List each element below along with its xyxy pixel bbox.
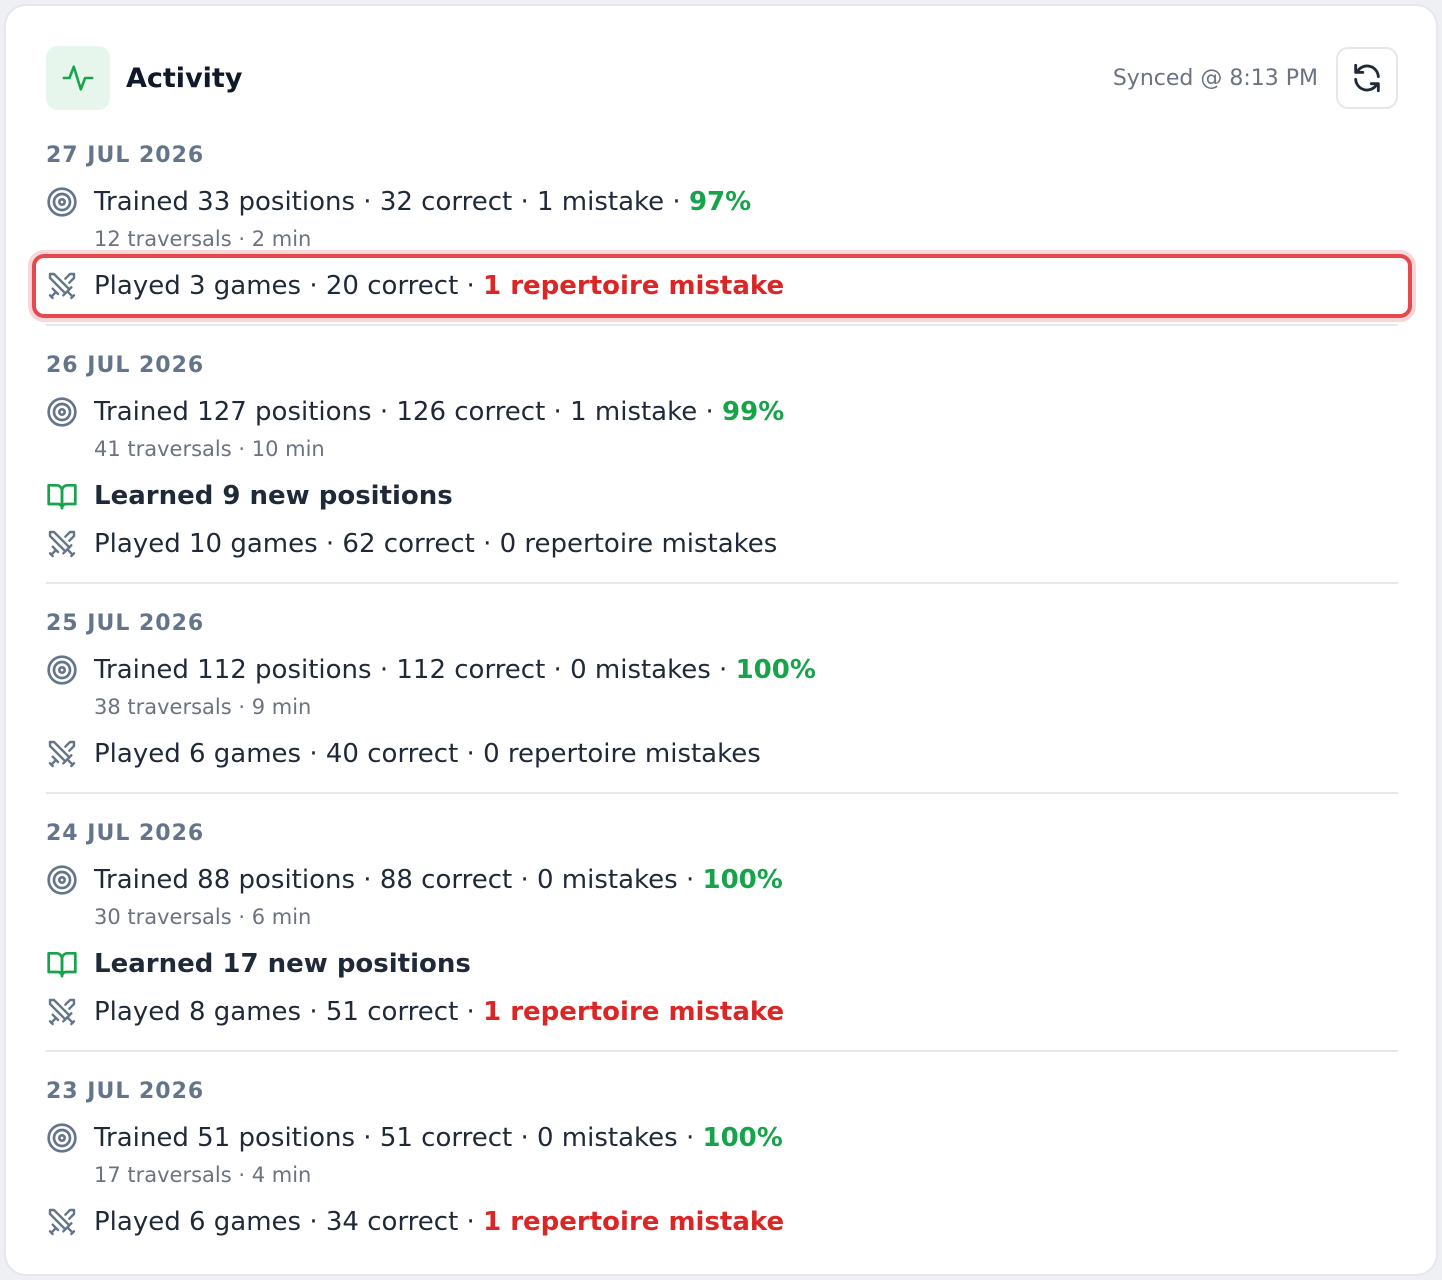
played-row: Played 10 games · 62 correct · 0 reperto… <box>46 524 1398 564</box>
trained-row: Trained 112 positions · 112 correct · 0 … <box>46 650 1398 690</box>
trained-details: 41 traversals · 10 min <box>94 437 325 461</box>
refresh-button[interactable] <box>1336 47 1398 109</box>
swords-icon <box>48 998 76 1026</box>
trained-icon-wrap <box>46 654 78 686</box>
trained-details: 12 traversals · 2 min <box>94 227 312 251</box>
played-text: Played 10 games · 62 correct · <box>94 529 500 559</box>
learned-row: Learned 9 new positions <box>46 476 1398 516</box>
day-divider <box>46 324 1398 326</box>
played-summary: Played 10 games · 62 correct · 0 reperto… <box>94 529 777 559</box>
learned-text: Learned 17 new positions <box>94 949 471 979</box>
learned-icon-wrap <box>46 480 78 512</box>
repertoire-mistakes: 1 repertoire mistake <box>483 997 785 1027</box>
activity-pulse-icon <box>46 46 110 110</box>
trained-text: Trained 88 positions · 88 correct · 0 mi… <box>94 865 703 895</box>
repertoire-mistakes: 0 repertoire mistakes <box>499 529 778 559</box>
played-text: Played 8 games · 51 correct · <box>94 997 484 1027</box>
day-section: 25 JUL 2026 Trained 112 positions · 112 … <box>46 606 1398 774</box>
repertoire-mistakes: 1 repertoire mistake <box>483 271 785 301</box>
day-date: 25 JUL 2026 <box>46 611 205 636</box>
day-date: 26 JUL 2026 <box>46 353 205 378</box>
trained-summary: Trained 127 positions · 126 correct · 1 … <box>94 397 784 427</box>
day-section: 24 JUL 2026 Trained 88 positions · 88 co… <box>46 816 1398 1032</box>
book-icon <box>47 484 77 510</box>
played-icon-wrap <box>46 996 78 1028</box>
learned-text: Learned 9 new positions <box>94 481 453 511</box>
swords-icon <box>48 272 76 300</box>
swords-icon <box>48 1208 76 1236</box>
target-icon <box>47 187 77 217</box>
accuracy-percent: 100% <box>702 865 783 895</box>
trained-icon-wrap <box>46 186 78 218</box>
repertoire-mistakes: 1 repertoire mistake <box>483 1207 785 1237</box>
played-row: Played 6 games · 40 correct · 0 repertoi… <box>46 734 1398 774</box>
played-text: Played 6 games · 34 correct · <box>94 1207 484 1237</box>
accuracy-percent: 100% <box>702 1123 783 1153</box>
trained-icon-wrap <box>46 396 78 428</box>
accuracy-percent: 99% <box>722 397 785 427</box>
trained-icon-wrap <box>46 1122 78 1154</box>
learned-row: Learned 17 new positions <box>46 944 1398 984</box>
trained-icon-wrap <box>46 864 78 896</box>
trained-row: Trained 51 positions · 51 correct · 0 mi… <box>46 1118 1398 1158</box>
trained-details: 30 traversals · 6 min <box>94 905 312 929</box>
day-section: 26 JUL 2026 Trained 127 positions · 126 … <box>46 348 1398 564</box>
day-section: 27 JUL 2026 Trained 33 positions · 32 co… <box>32 138 1412 318</box>
activity-header: Activity Synced @ 8:13 PM <box>46 46 1398 110</box>
trained-text: Trained 51 positions · 51 correct · 0 mi… <box>94 1123 703 1153</box>
sync-status: Synced @ 8:13 PM <box>1112 65 1318 91</box>
trained-text: Trained 33 positions · 32 correct · 1 mi… <box>94 187 689 217</box>
swords-icon <box>48 530 76 558</box>
swords-icon <box>48 740 76 768</box>
played-row: Played 6 games · 34 correct · 1 repertoi… <box>46 1202 1398 1242</box>
repertoire-mistakes: 0 repertoire mistakes <box>483 739 761 769</box>
trained-summary: Trained 33 positions · 32 correct · 1 mi… <box>94 187 751 217</box>
day-date: 27 JUL 2026 <box>46 143 205 168</box>
trained-text: Trained 112 positions · 112 correct · 0 … <box>94 655 736 685</box>
target-icon <box>47 865 77 895</box>
trained-row: Trained 127 positions · 126 correct · 1 … <box>46 392 1398 432</box>
trained-row: Trained 33 positions · 32 correct · 1 mi… <box>46 182 1398 222</box>
played-icon-wrap <box>46 528 78 560</box>
book-icon <box>47 952 77 978</box>
target-icon <box>47 1123 77 1153</box>
played-text: Played 6 games · 40 correct · <box>94 739 484 769</box>
accuracy-percent: 100% <box>735 655 816 685</box>
activity-list: 27 JUL 2026 Trained 33 positions · 32 co… <box>32 138 1412 1242</box>
played-icon-wrap <box>46 270 78 302</box>
trained-summary: Trained 88 positions · 88 correct · 0 mi… <box>94 865 783 895</box>
trained-row: Trained 88 positions · 88 correct · 0 mi… <box>46 860 1398 900</box>
played-summary: Played 6 games · 34 correct · 1 repertoi… <box>94 1207 784 1237</box>
day-divider <box>46 792 1398 794</box>
trained-summary: Trained 51 positions · 51 correct · 0 mi… <box>94 1123 783 1153</box>
played-icon-wrap <box>46 738 78 770</box>
activity-card: Activity Synced @ 8:13 PM 27 JUL 2026 Tr… <box>4 4 1438 1276</box>
played-summary: Played 8 games · 51 correct · 1 repertoi… <box>94 997 784 1027</box>
learned-icon-wrap <box>46 948 78 980</box>
accuracy-percent: 97% <box>688 187 752 217</box>
trained-text: Trained 127 positions · 126 correct · 1 … <box>94 397 723 427</box>
target-icon <box>47 397 77 427</box>
day-section: 23 JUL 2026 Trained 51 positions · 51 co… <box>46 1074 1398 1242</box>
played-text: Played 3 games · 20 correct · <box>94 271 484 301</box>
target-icon <box>47 655 77 685</box>
played-row: Played 8 games · 51 correct · 1 repertoi… <box>46 992 1398 1032</box>
played-summary: Played 3 games · 20 correct · 1 repertoi… <box>94 271 784 301</box>
page-title: Activity <box>126 62 243 94</box>
played-summary: Played 6 games · 40 correct · 0 repertoi… <box>94 739 761 769</box>
day-divider <box>46 1050 1398 1052</box>
refresh-icon <box>1354 63 1380 93</box>
played-row: Played 3 games · 20 correct · 1 repertoi… <box>32 254 1412 318</box>
day-date: 24 JUL 2026 <box>46 821 205 846</box>
trained-details: 17 traversals · 4 min <box>94 1163 312 1187</box>
trained-summary: Trained 112 positions · 112 correct · 0 … <box>94 655 816 685</box>
trained-details: 38 traversals · 9 min <box>94 695 312 719</box>
day-date: 23 JUL 2026 <box>46 1079 205 1104</box>
day-divider <box>46 582 1398 584</box>
played-icon-wrap <box>46 1206 78 1238</box>
